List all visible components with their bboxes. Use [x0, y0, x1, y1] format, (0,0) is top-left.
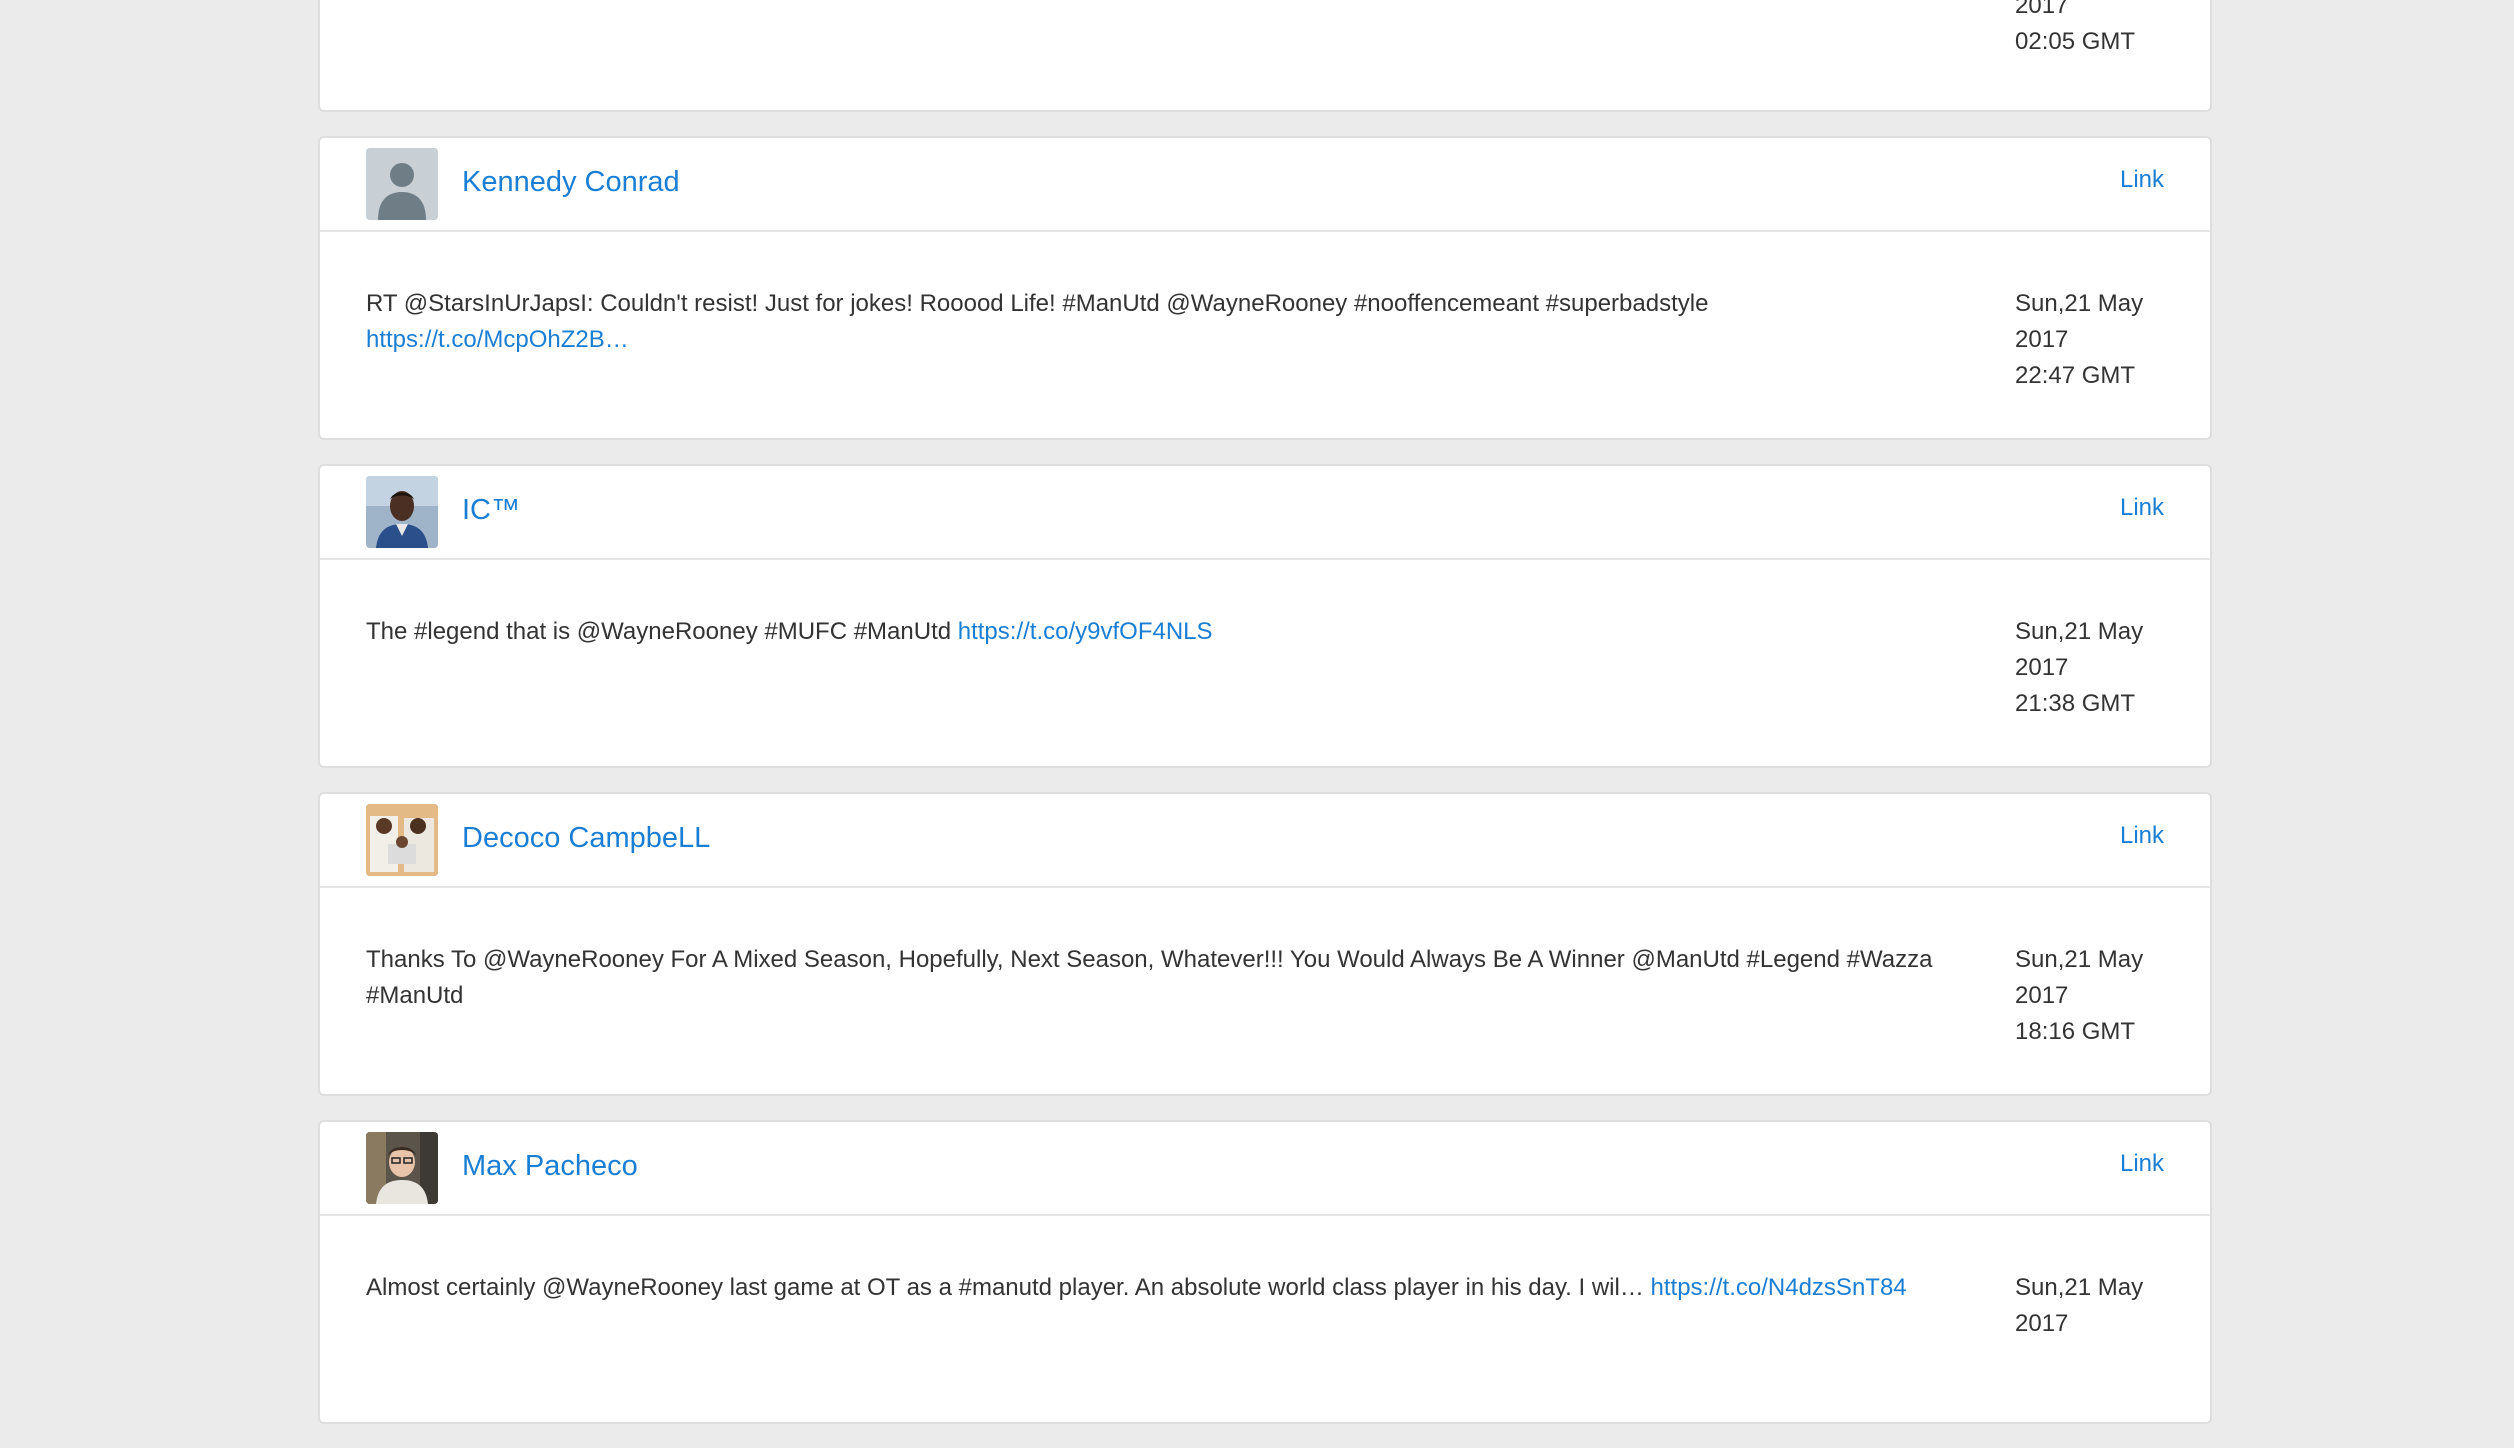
tweet-card-partial: 2017 02:05 GMT	[318, 0, 2212, 112]
tweet-link[interactable]: Link	[2120, 1150, 2164, 1178]
tweet-date-time: 22:47 GMT	[2015, 362, 2136, 389]
tweet-card-header: Kennedy Conrad Link	[320, 138, 2210, 232]
tweet-date-day: Sun,21 May	[2015, 946, 2144, 973]
tweet-card-body: Thanks To @WayneRooney For A Mixed Seaso…	[320, 888, 2210, 1094]
tweet-card-header: IC™ Link	[320, 466, 2210, 560]
user-name-link[interactable]: IC™	[462, 494, 520, 527]
tweet-card: Kennedy Conrad Link RT @StarsInUrJapsI: …	[318, 136, 2212, 440]
tweet-date-day: Sun,21 May	[2015, 290, 2144, 317]
tweet-date: 2017 02:05 GMT	[2015, 0, 2135, 60]
tweet-date: Sun,21 May 2017 21:38 GMT	[2015, 614, 2143, 722]
tweet-link[interactable]: Link	[2120, 822, 2164, 850]
tweet-text: The #legend that is @WayneRooney #MUFC #…	[366, 614, 1976, 650]
tweet-url-link[interactable]: https://t.co/N4dzsSnT84	[1651, 1274, 1907, 1301]
default-avatar-icon[interactable]	[366, 148, 438, 220]
tweet-link[interactable]: Link	[2120, 494, 2164, 522]
tweet-date-time: 18:16 GMT	[2015, 1018, 2136, 1045]
profile-photo-avatar[interactable]	[366, 1132, 438, 1204]
tweet-date-year: 2017	[2015, 1310, 2069, 1337]
tweet-text-content: Almost certainly @WayneRooney last game …	[366, 1274, 1651, 1301]
tweet-card-header: Decoco CampbeLL Link	[320, 794, 2210, 888]
tweet-date-time: 21:38 GMT	[2015, 690, 2136, 717]
tweet-text-content: The #legend that is @WayneRooney #MUFC #…	[366, 618, 958, 645]
tweet-date: Sun,21 May 2017	[2015, 1270, 2143, 1342]
tweet-date: Sun,21 May 2017 18:16 GMT	[2015, 942, 2143, 1050]
tweet-text: Thanks To @WayneRooney For A Mixed Seaso…	[366, 942, 1976, 1014]
user-name-link[interactable]: Kennedy Conrad	[462, 166, 680, 199]
tweet-url-link[interactable]: https://t.co/McpOhZ2B…	[366, 326, 629, 353]
tweet-date-year: 2017	[2015, 0, 2069, 19]
tweet-date-time: 02:05 GMT	[2015, 28, 2136, 55]
tweet-card-body: RT @StarsInUrJapsI: Couldn't resist! Jus…	[320, 232, 2210, 438]
tweet-date-day: Sun,21 May	[2015, 1274, 2144, 1301]
tweet-date-year: 2017	[2015, 326, 2069, 353]
tweet-url-link[interactable]: https://t.co/y9vfOF4NLS	[958, 618, 1213, 645]
tweet-card-header: Max Pacheco Link	[320, 1122, 2210, 1216]
tweet-text: RT @StarsInUrJapsI: Couldn't resist! Jus…	[366, 286, 1976, 358]
tweet-card: Decoco CampbeLL Link Thanks To @WayneRoo…	[318, 792, 2212, 1096]
tweet-card: IC™ Link The #legend that is @WayneRoone…	[318, 464, 2212, 768]
tweet-text-content: Thanks To @WayneRooney For A Mixed Seaso…	[366, 946, 1933, 1009]
tweet-date: Sun,21 May 2017 22:47 GMT	[2015, 286, 2143, 394]
tweet-date-day: Sun,21 May	[2015, 618, 2144, 645]
tweet-feed: 2017 02:05 GMT Kennedy Conrad Link RT @S…	[318, 0, 2212, 1448]
tweet-date-year: 2017	[2015, 982, 2069, 1009]
user-name-link[interactable]: Max Pacheco	[462, 1150, 638, 1183]
profile-photo-avatar[interactable]	[366, 804, 438, 876]
profile-photo-avatar[interactable]	[366, 476, 438, 548]
tweet-card: Max Pacheco Link Almost certainly @Wayne…	[318, 1120, 2212, 1424]
tweet-text: Almost certainly @WayneRooney last game …	[366, 1270, 1976, 1306]
tweet-card-body: Almost certainly @WayneRooney last game …	[320, 1216, 2210, 1422]
tweet-card-body: The #legend that is @WayneRooney #MUFC #…	[320, 560, 2210, 766]
tweet-date-year: 2017	[2015, 654, 2069, 681]
tweet-text-content: RT @StarsInUrJapsI: Couldn't resist! Jus…	[366, 290, 1709, 317]
user-name-link[interactable]: Decoco CampbeLL	[462, 822, 710, 855]
tweet-link[interactable]: Link	[2120, 166, 2164, 194]
